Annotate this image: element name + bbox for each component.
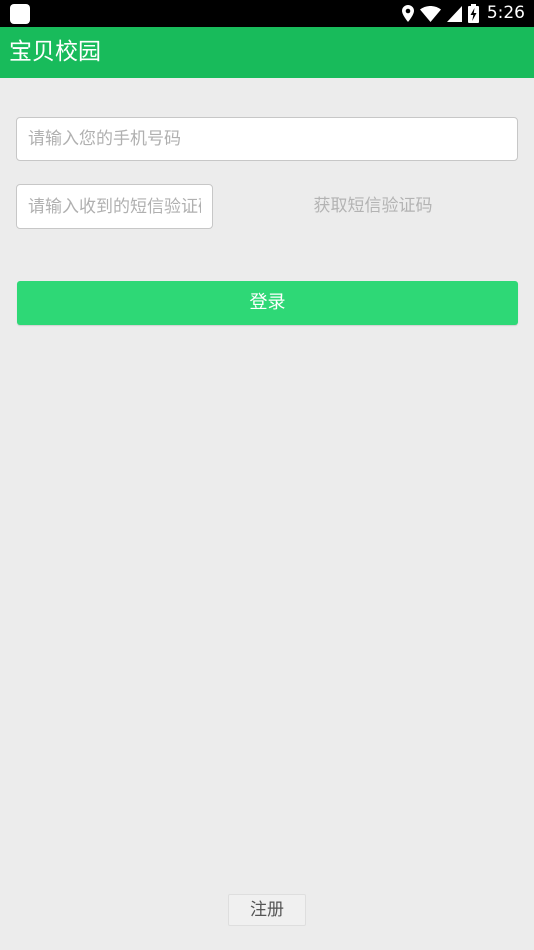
notification-square-icon <box>10 4 30 24</box>
wifi-icon <box>419 5 441 22</box>
app-title: 宝贝校园 <box>9 39 101 65</box>
app-bar: 宝贝校园 <box>0 27 534 78</box>
phone-input[interactable] <box>16 117 518 161</box>
status-bar: 5:26 <box>0 0 534 27</box>
status-time: 5:26 <box>486 3 525 23</box>
login-button[interactable]: 登录 <box>17 281 518 325</box>
status-icons: 5:26 <box>401 0 525 27</box>
sms-code-input[interactable] <box>16 184 213 229</box>
cellular-signal-icon <box>446 5 462 22</box>
location-pin-icon <box>401 5 414 22</box>
battery-charging-icon <box>467 4 479 23</box>
get-sms-code-button[interactable]: 获取短信验证码 <box>262 184 484 229</box>
register-button[interactable]: 注册 <box>228 894 306 926</box>
